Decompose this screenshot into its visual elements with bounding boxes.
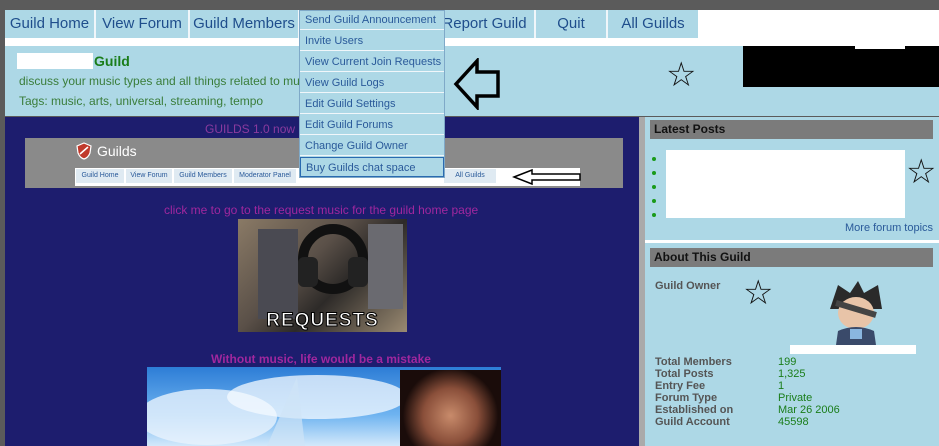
star-outline-icon: ☆ [906,153,937,191]
list-item-bullet [652,213,656,217]
mini-tab-guild-members: Guild Members [174,169,232,183]
stat-value: 45598 [778,416,809,428]
stat-label: Guild Account [655,416,730,428]
menu-buy-guilds-chat-space[interactable]: Buy Guilds chat space [300,157,444,177]
requests-image-text: REQUESTS [266,310,379,332]
header-banner-redacted [743,46,939,87]
stat-value: 199 [778,356,797,368]
latest-posts-heading: Latest Posts [650,120,933,139]
nav-divider [5,38,939,46]
banner-strip [855,46,905,49]
menu-view-guild-logs[interactable]: View Guild Logs [300,73,444,93]
star-outline-icon: ☆ [743,274,774,312]
stat-value: 1 [778,380,785,392]
stat-label: Entry Fee [655,380,706,392]
mini-tab-moderator-panel: Moderator Panel [234,169,296,183]
owner-name-redacted [790,345,916,354]
guilds-banner-label: Guilds [97,143,137,159]
more-forum-topics-link[interactable]: More forum topics [845,222,933,234]
mini-tab-all-guilds: All Guilds [444,169,496,183]
guilds-notice: GUILDS 1.0 now [205,122,296,136]
headphones-person-image [400,370,501,446]
list-item-bullet [652,199,656,203]
tab-guild-members[interactable]: Guild Members [190,10,300,38]
tab-guild-home[interactable]: Guild Home [5,10,96,38]
menu-view-join-requests[interactable]: View Current Join Requests [300,52,444,72]
request-music-link[interactable]: click me to go to the request music for … [164,203,478,217]
about-guild-heading: About This Guild [650,248,933,267]
guilds-shield-icon [76,142,92,160]
stat-label: Established on [655,404,734,416]
list-item-bullet [652,171,656,175]
owner-avatar[interactable] [824,279,888,345]
arrow-left-icon [512,168,581,186]
sidebar-divider [645,240,939,243]
nav-filler [698,10,939,38]
stat-value: Private [778,392,813,404]
menu-invite-users[interactable]: Invite Users [300,31,444,51]
stat-label: Forum Type [655,392,718,404]
menu-edit-guild-forums[interactable]: Edit Guild Forums [300,115,444,135]
tab-all-guilds[interactable]: All Guilds [608,10,698,38]
guild-owner-label: Guild Owner [655,280,721,292]
mini-tab-guild-home: Guild Home [76,169,124,183]
guild-tags: Tags: music, arts, universal, streaming,… [19,94,264,108]
stat-value: Mar 26 2006 [778,404,840,416]
stat-value: 1,325 [778,368,806,380]
list-item-bullet [652,157,656,161]
menu-send-guild-announcement[interactable]: Send Guild Announcement [300,10,444,30]
menu-edit-guild-settings[interactable]: Edit Guild Settings [300,94,444,114]
guild-name-redacted [17,53,93,69]
guild-title: Guild [94,53,130,69]
latest-posts-list-redacted [666,150,905,218]
stat-label: Total Posts [655,368,714,380]
arrow-left-icon [453,58,500,110]
tab-quit[interactable]: Quit [536,10,608,38]
guild-quote: Without music, life would be a mistake [211,352,431,366]
tab-report-guild[interactable]: Report Guild [435,10,536,38]
tab-view-forum[interactable]: View Forum [96,10,190,38]
guild-description: discuss your music types and all things … [19,74,300,88]
star-outline-icon: ☆ [666,56,697,94]
mini-tab-view-forum: View Forum [126,169,172,183]
list-item-bullet [652,185,656,189]
stat-label: Total Members [655,356,732,368]
menu-change-guild-owner[interactable]: Change Guild Owner [300,136,444,156]
